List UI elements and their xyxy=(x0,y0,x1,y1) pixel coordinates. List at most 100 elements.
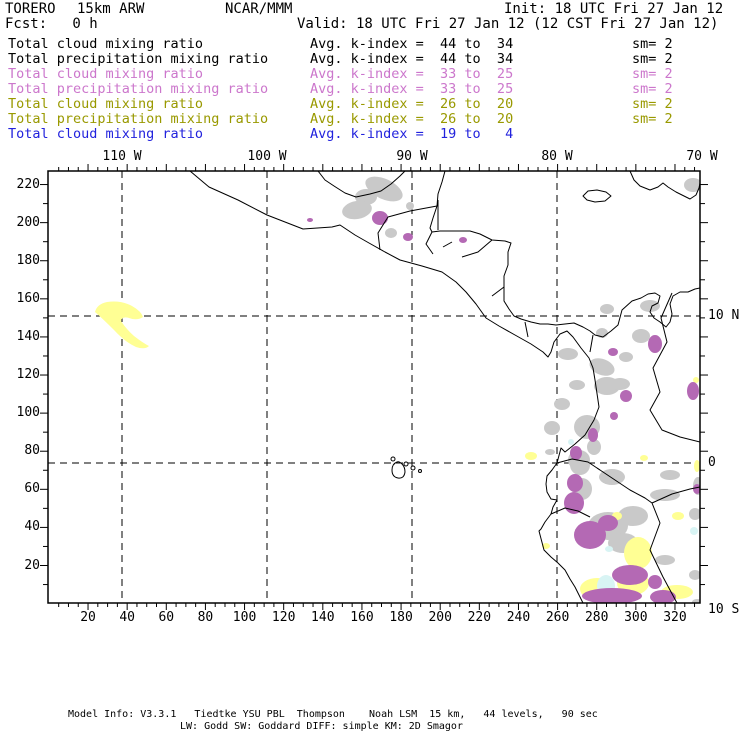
y-axis-tick-label: 220 xyxy=(16,176,40,192)
legend-field-label: Total cloud mixing ratio xyxy=(8,96,204,112)
latitude-tick-label: 10 N xyxy=(708,308,740,323)
purple-mixing-ratio-blob xyxy=(650,590,676,603)
legend-sm-value: sm= 2 xyxy=(632,51,673,67)
purple-mixing-ratio-blob xyxy=(372,211,388,225)
gray-mixing-ratio-blob xyxy=(406,202,414,210)
forecast-hour-label: Fcst: 0 h xyxy=(5,16,98,32)
country-border-path xyxy=(524,321,529,338)
legend-sm-value: sm= 2 xyxy=(632,81,673,97)
gray-mixing-ratio-blob xyxy=(689,570,700,580)
y-axis-tick-label: 160 xyxy=(16,290,40,306)
x-axis-tick-label: 260 xyxy=(545,610,570,625)
purple-mixing-ratio-blob xyxy=(687,382,699,400)
legend-field-label: Total precipitation mixing ratio xyxy=(8,111,269,127)
legend-kindex-value: Avg. k-index = 33 to 25 xyxy=(310,66,514,82)
legend-kindex-value: Avg. k-index = 26 to 20 xyxy=(310,111,514,127)
purple-mixing-ratio-blob xyxy=(608,348,618,356)
x-axis-tick-label: 120 xyxy=(271,610,296,625)
purple-mixing-ratio-blob xyxy=(620,390,632,402)
legend-kindex-value: Avg. k-index = 26 to 20 xyxy=(310,96,514,112)
x-axis-tick-label: 80 xyxy=(197,610,214,625)
y-axis-tick-label: 20 xyxy=(24,557,40,573)
x-axis-tick-label: 280 xyxy=(584,610,609,625)
yellow-mixing-ratio-blob xyxy=(525,452,537,460)
gray-mixing-ratio-blob xyxy=(650,489,680,501)
init-time-label: Init: 18 UTC Fri 27 Jan 12 xyxy=(504,1,724,17)
legend-sm-value: sm= 2 xyxy=(632,36,673,52)
x-axis-tick-label: 300 xyxy=(624,610,648,625)
legend-sm-value: sm= 2 xyxy=(632,96,673,112)
cyan-mixing-ratio-blob xyxy=(605,546,613,552)
purple-mixing-ratio-blob xyxy=(567,474,583,492)
purple-mixing-ratio-blob xyxy=(648,335,662,353)
country-border-path xyxy=(377,205,438,251)
country-border-path xyxy=(491,286,505,297)
island-outline xyxy=(403,461,409,467)
purple-mixing-ratio-blob xyxy=(610,412,618,420)
model-plot-page: { "header": { "model": "TORERO", "grid":… xyxy=(0,0,740,740)
gray-mixing-ratio-blob xyxy=(655,555,675,565)
island-outline xyxy=(390,456,396,462)
gray-mixing-ratio-blob xyxy=(618,506,648,526)
model-grid-label: 15km ARW xyxy=(77,1,145,17)
gray-mixing-ratio-blob xyxy=(589,358,615,376)
legend-sm-value: sm= 2 xyxy=(632,111,673,127)
gray-mixing-ratio-blob xyxy=(554,398,570,410)
valid-time-label: Valid: 18 UTC Fri 27 Jan 12 (12 CST Fri … xyxy=(297,16,719,32)
yellow-mixing-ratio-blob xyxy=(693,377,699,383)
yellow-mixing-ratio-blob xyxy=(624,537,652,569)
gray-mixing-ratio-blob xyxy=(544,421,560,435)
x-axis-tick-label: 20 xyxy=(80,610,96,625)
gray-mixing-ratio-blob xyxy=(632,329,650,343)
x-axis-tick-label: 60 xyxy=(158,610,175,625)
latitude-tick-label: 10 S xyxy=(708,602,740,617)
model-info-line1: Model Info: V3.3.1 Tiedtke YSU PBL Thomp… xyxy=(68,709,598,720)
country-border-path xyxy=(461,239,493,258)
legend-sm-value: sm= 2 xyxy=(632,66,673,82)
purple-mixing-ratio-blob xyxy=(648,575,662,589)
cyan-mixing-ratio-blob xyxy=(690,527,698,535)
gray-mixing-ratio-blob xyxy=(689,508,700,520)
purple-mixing-ratio-blob xyxy=(612,565,648,585)
gray-mixing-ratio-blob xyxy=(619,352,633,362)
legend-kindex-value: Avg. k-index = 44 to 34 xyxy=(310,51,514,67)
y-axis-tick-label: 80 xyxy=(24,443,40,459)
y-axis-tick-label: 60 xyxy=(24,481,40,497)
x-axis-tick-label: 240 xyxy=(506,610,531,625)
x-axis-tick-label: 140 xyxy=(311,610,335,625)
purple-mixing-ratio-blob xyxy=(570,446,582,460)
yellow-mixing-ratio-blob xyxy=(694,460,700,472)
x-axis-tick-label: 160 xyxy=(350,610,374,625)
island-outline xyxy=(391,461,406,479)
x-axis-tick-label: 320 xyxy=(663,610,687,625)
gray-mixing-ratio-blob xyxy=(385,228,397,238)
country-border-path xyxy=(649,292,700,443)
y-axis-tick-label: 200 xyxy=(16,214,40,230)
y-axis-tick-label: 100 xyxy=(16,405,40,421)
y-axis-tick-label: 140 xyxy=(16,328,40,344)
legend-kindex-value: Avg. k-index = 19 to 4 xyxy=(310,126,514,142)
legend-field-label: Total cloud mixing ratio xyxy=(8,66,204,82)
x-axis-tick-label: 220 xyxy=(467,610,492,625)
x-axis-tick-label: 180 xyxy=(389,610,413,625)
country-border-path xyxy=(442,241,453,248)
x-axis-tick-label: 40 xyxy=(119,610,135,625)
legend-field-label: Total cloud mixing ratio xyxy=(8,126,204,142)
purple-mixing-ratio-blob xyxy=(588,428,598,442)
legend-field-label: Total cloud mixing ratio xyxy=(8,36,204,52)
purple-mixing-ratio-blob xyxy=(307,218,313,222)
island-outline xyxy=(410,465,416,471)
island-outline xyxy=(418,469,422,473)
gray-mixing-ratio-blob xyxy=(545,449,555,455)
purple-mixing-ratio-blob xyxy=(582,588,642,603)
yellow-mixing-ratio-blob xyxy=(672,512,684,520)
legend-kindex-value: Avg. k-index = 44 to 34 xyxy=(310,36,514,52)
country-border-path xyxy=(589,334,594,353)
y-axis-tick-label: 180 xyxy=(16,252,40,268)
gray-mixing-ratio-blob xyxy=(569,380,585,390)
island-outline xyxy=(582,189,612,203)
country-border-path xyxy=(425,231,434,255)
gray-mixing-ratio-blob xyxy=(600,304,614,314)
gray-mixing-ratio-blob xyxy=(610,378,630,390)
purple-mixing-ratio-blob xyxy=(459,237,467,243)
